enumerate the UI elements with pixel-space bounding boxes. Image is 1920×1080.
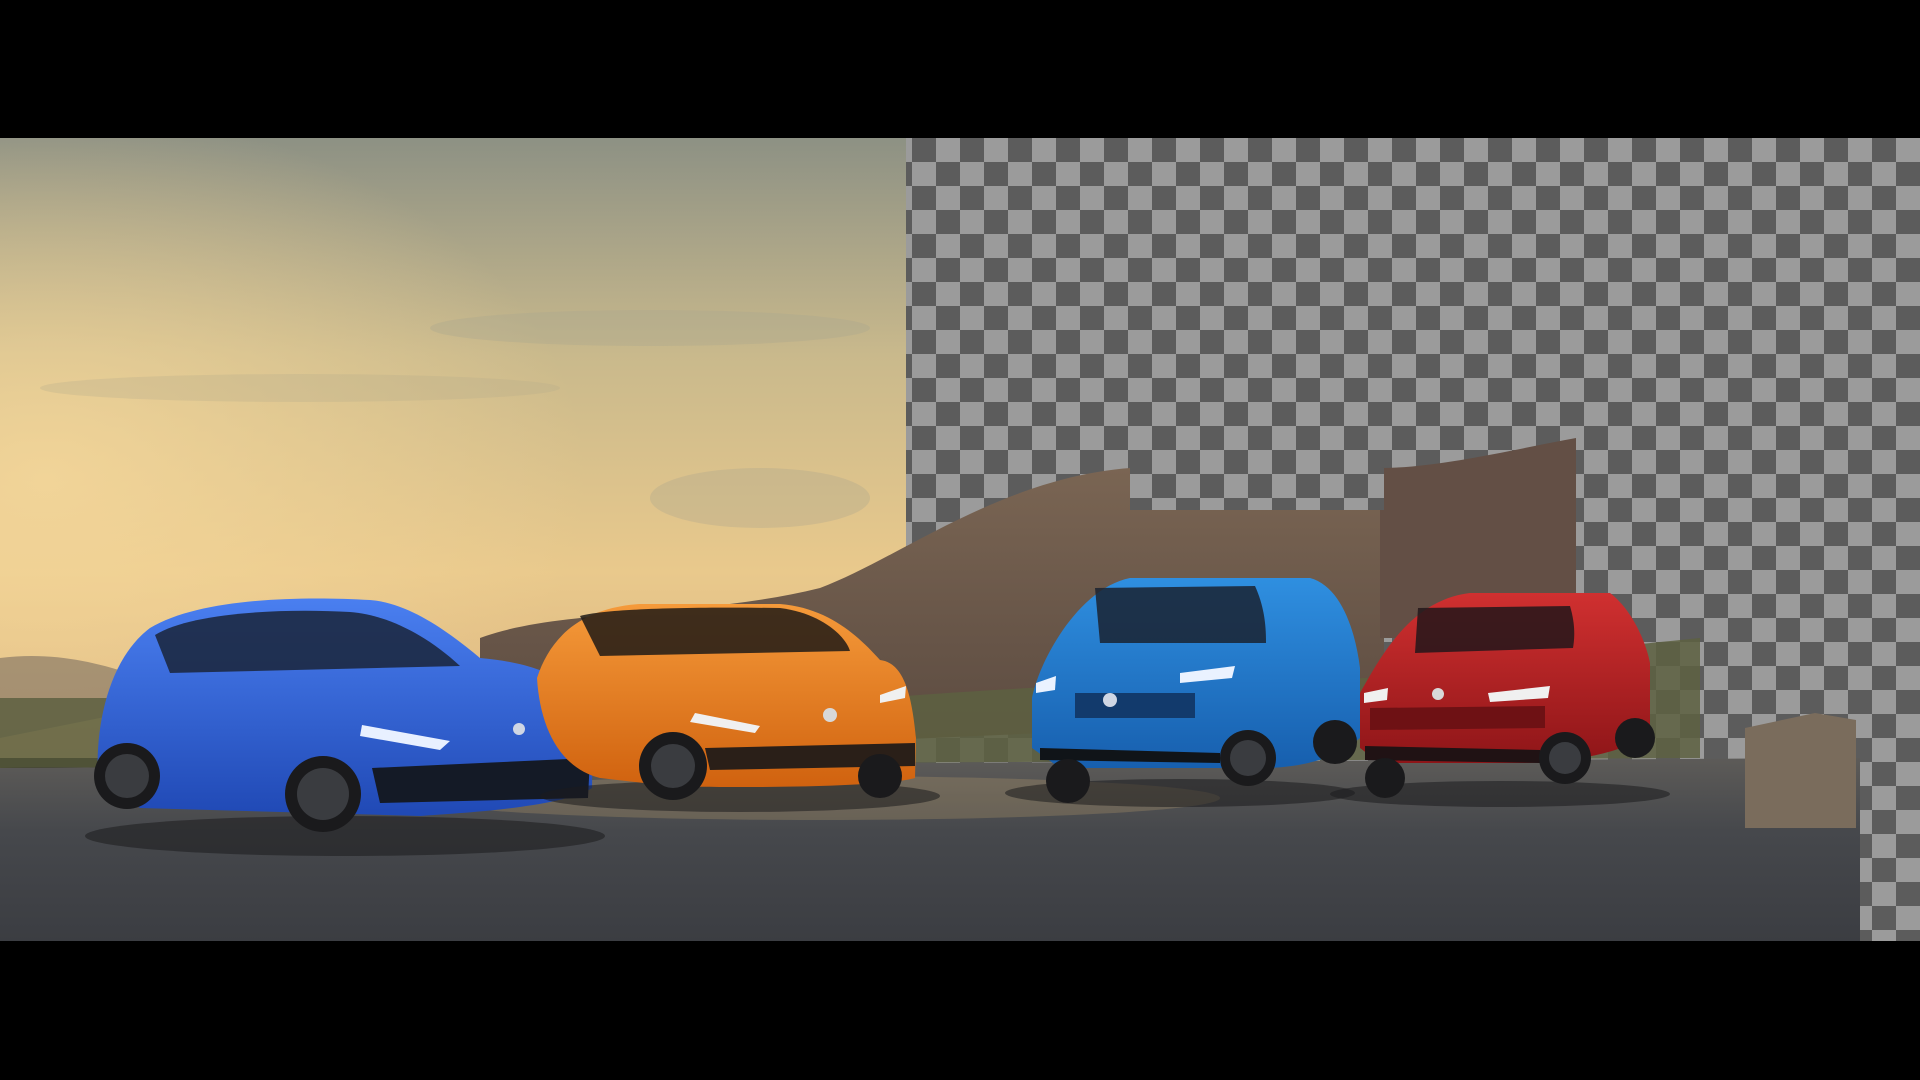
video-frame bbox=[0, 0, 1920, 1080]
rock bbox=[1745, 713, 1856, 828]
video-area bbox=[0, 138, 1920, 941]
letterbox-bottom bbox=[0, 941, 1920, 1080]
scene-image bbox=[0, 138, 1920, 941]
letterbox-top bbox=[0, 0, 1920, 138]
